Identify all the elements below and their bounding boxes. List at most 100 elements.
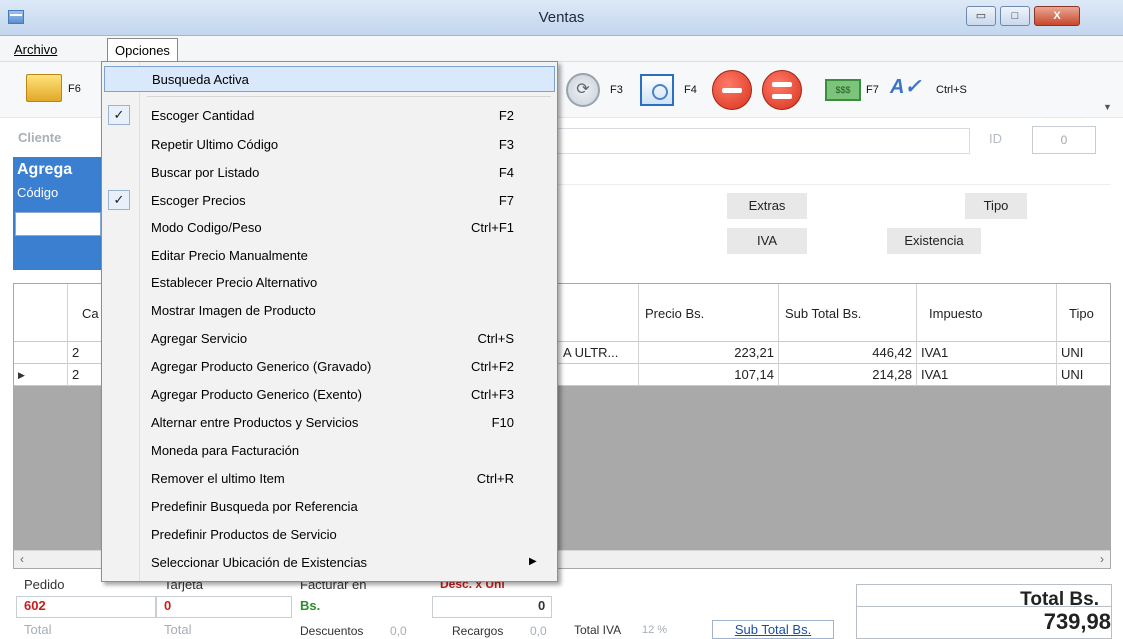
recargos-value: 0,0 <box>530 624 547 638</box>
f7-shortcut-label: F7 <box>866 84 879 96</box>
minimize-button[interactable]: ▭ <box>966 6 996 26</box>
menu-item-label: Remover el ultimo Item <box>151 471 285 486</box>
scroll-right-icon[interactable]: › <box>1100 552 1104 566</box>
money-icon[interactable]: $$$ <box>825 79 861 101</box>
menu-item-label: Agregar Producto Generico (Exento) <box>151 387 362 402</box>
menu-item-label: Agregar Servicio <box>151 331 248 346</box>
total-bs-value: 739,98 <box>1043 609 1111 634</box>
agrega-panel: Agrega Código <box>13 157 103 270</box>
menu-item-repetir-ultimo-codigo[interactable]: Repetir Ultimo Código F3 <box>104 132 555 158</box>
menu-separator <box>147 96 551 97</box>
menu-item-label: Repetir Ultimo Código <box>151 137 279 152</box>
menu-item-label: Establecer Precio Alternativo <box>151 275 318 290</box>
f4-shortcut-label: F4 <box>684 84 697 96</box>
menu-item-shortcut: F10 <box>491 415 514 430</box>
total-label-2: Total <box>164 622 192 637</box>
menu-item-label: Moneda para Facturación <box>151 443 300 458</box>
cancel-sale-icon[interactable] <box>762 70 802 110</box>
pedido-label: Pedido <box>24 577 65 592</box>
menu-item-buscar-por-listado[interactable]: Buscar por Listado F4 <box>104 160 555 186</box>
f6-shortcut-label: F6 <box>68 83 81 95</box>
remove-item-icon[interactable] <box>712 70 752 110</box>
submenu-arrow-icon: ▶ <box>529 556 537 567</box>
cell-subtotal: 446,42 <box>779 342 917 364</box>
menu-item-label: Mostrar Imagen de Producto <box>151 303 316 318</box>
menu-opciones-label: Opciones <box>115 43 170 58</box>
recargos-label: Recargos <box>452 624 504 638</box>
menu-item-label: Predefinir Productos de Servicio <box>151 527 337 542</box>
menu-item-precio-alternativo[interactable]: Establecer Precio Alternativo <box>104 270 555 296</box>
desc-uni-box <box>432 596 552 618</box>
col-desc-tail[interactable] <box>559 284 639 342</box>
col-precio[interactable]: Precio Bs. <box>639 284 779 342</box>
menu-item-agregar-servicio[interactable]: Agregar Servicio Ctrl+S <box>104 326 555 352</box>
extras-value <box>807 193 965 219</box>
menu-item-ubicacion-existencias[interactable]: Seleccionar Ubicación de Existencias ▶ <box>104 550 555 576</box>
tipo-label: Tipo <box>965 193 1027 219</box>
spellcheck-icon[interactable]: A✓ <box>890 74 921 99</box>
menu-item-mostrar-imagen[interactable]: Mostrar Imagen de Producto <box>104 298 555 324</box>
menu-item-shortcut: F2 <box>498 108 514 123</box>
repeat-icon[interactable]: ⟳ <box>566 73 600 107</box>
menu-item-label: Modo Codigo/Peso <box>151 220 262 235</box>
menu-archivo-label: Archivo <box>14 42 58 57</box>
menu-item-generico-exento[interactable]: Agregar Producto Generico (Exento) Ctrl+… <box>104 382 555 408</box>
menu-item-busqueda-activa[interactable]: Busqueda Activa <box>104 66 555 92</box>
menu-item-shortcut: Ctrl+F3 <box>471 387 514 402</box>
menu-item-busqueda-referencia[interactable]: Predefinir Busqueda por Referencia <box>104 494 555 520</box>
col-subtotal[interactable]: Sub Total Bs. <box>779 284 917 342</box>
pedido-box <box>16 596 156 618</box>
menu-item-label: Seleccionar Ubicación de Existencias <box>151 555 368 570</box>
title-bar: Ventas ▭ □ X <box>0 0 1123 36</box>
cell-tipo: UNI <box>1061 367 1084 382</box>
row-selector[interactable] <box>14 342 68 364</box>
descuentos-label: Descuentos <box>300 624 364 638</box>
total-divider <box>856 606 1112 607</box>
subtotal-button[interactable]: Sub Total Bs. <box>712 620 834 639</box>
current-row-arrow-icon: ▶ <box>14 364 68 386</box>
menu-archivo[interactable]: Archivo <box>14 42 57 57</box>
menu-item-moneda-facturacion[interactable]: Moneda para Facturación <box>104 438 555 464</box>
menu-item-escoger-precios[interactable]: ✓ Escoger Precios F7 <box>104 188 555 214</box>
maximize-button[interactable]: □ <box>1000 6 1030 26</box>
check-icon: ✓ <box>108 190 130 210</box>
col-tipo[interactable]: Tipo <box>1057 284 1110 342</box>
menu-item-alternar-productos-servicios[interactable]: Alternar entre Productos y Servicios F10 <box>104 410 555 436</box>
folder-icon[interactable] <box>26 74 62 102</box>
menu-item-shortcut: F7 <box>498 193 514 208</box>
codigo-input[interactable] <box>15 212 101 236</box>
menu-item-generico-gravado[interactable]: Agregar Producto Generico (Gravado) Ctrl… <box>104 354 555 380</box>
col-impuesto[interactable]: Impuesto <box>917 284 1057 342</box>
cell-desc: A ULTR... <box>559 342 639 364</box>
menu-item-shortcut: Ctrl+S <box>477 331 514 346</box>
scroll-left-icon[interactable]: ‹ <box>20 552 24 566</box>
cell-impuesto: IVA1 <box>917 364 1057 386</box>
close-button[interactable]: X <box>1034 6 1080 26</box>
menu-item-label: Escoger Precios <box>151 193 246 208</box>
menu-item-shortcut: F3 <box>498 137 514 152</box>
menu-item-modo-codigo-peso[interactable]: Modo Codigo/Peso Ctrl+F1 <box>104 215 555 241</box>
toolbar-overflow-icon[interactable]: ▼ <box>1103 102 1115 114</box>
iva-value <box>807 228 887 254</box>
cell-impuesto: IVA1 <box>917 342 1057 364</box>
menu-item-shortcut: F4 <box>498 165 514 180</box>
menu-item-remover-ultimo-item[interactable]: Remover el ultimo Item Ctrl+R <box>104 466 555 492</box>
menu-item-label: Predefinir Busqueda por Referencia <box>151 499 358 514</box>
menu-item-label: Editar Precio Manualmente <box>151 248 308 263</box>
menu-item-label: Escoger Cantidad <box>151 108 255 123</box>
cell-precio: 107,14 <box>639 364 779 386</box>
menu-item-productos-servicio[interactable]: Predefinir Productos de Servicio <box>104 522 555 548</box>
agrega-title: Agrega <box>17 161 73 178</box>
menu-item-editar-precio[interactable]: Editar Precio Manualmente <box>104 243 555 269</box>
menu-opciones[interactable]: Opciones <box>107 38 178 62</box>
tarjeta-box <box>156 596 292 618</box>
facturar-value: Bs. <box>300 598 321 613</box>
menu-item-shortcut: Ctrl+F1 <box>471 220 514 235</box>
menu-item-shortcut: Ctrl+R <box>476 471 514 486</box>
total-bs-label: Total Bs. <box>1020 589 1099 610</box>
search-window-icon[interactable] <box>640 74 674 106</box>
codigo-label: Código <box>17 185 59 200</box>
total-iva-value: 12 % <box>642 624 668 636</box>
menu-item-escoger-cantidad[interactable]: ✓ Escoger Cantidad F2 <box>104 103 555 129</box>
ctrl-s-shortcut-label: Ctrl+S <box>936 84 967 96</box>
